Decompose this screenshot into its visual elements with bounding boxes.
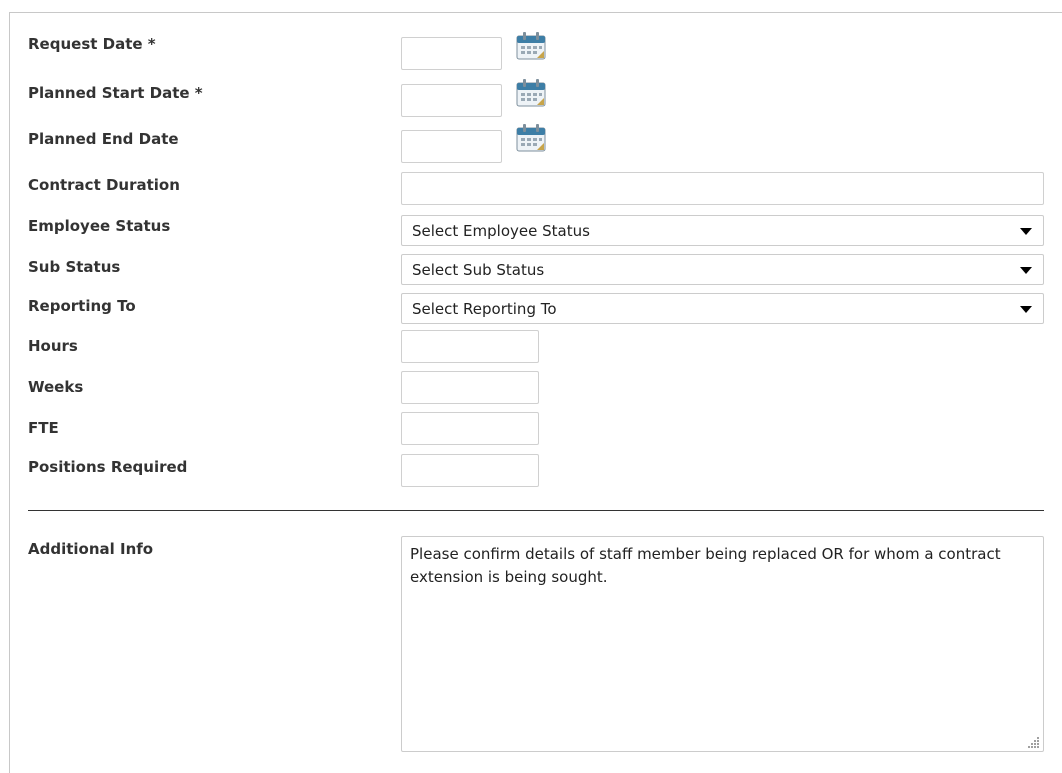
caret-down-icon <box>1020 306 1032 313</box>
fte-label: FTE <box>28 419 59 437</box>
additional-info-label: Additional Info <box>28 540 154 558</box>
weeks-input[interactable] <box>401 371 539 404</box>
weeks-label: Weeks <box>28 378 84 396</box>
request-date-label: Request Date * <box>28 35 156 53</box>
hours-input[interactable] <box>401 330 539 363</box>
planned-start-date-label: Planned Start Date * <box>28 84 203 102</box>
fte-input[interactable] <box>401 412 539 445</box>
caret-down-icon <box>1020 228 1032 235</box>
resize-grip-icon[interactable] <box>1028 736 1040 748</box>
employee-status-selected: Select Employee Status <box>412 222 590 240</box>
sub-status-label: Sub Status <box>28 258 121 276</box>
hours-label: Hours <box>28 337 78 355</box>
contract-duration-label: Contract Duration <box>28 176 180 194</box>
section-divider <box>28 510 1044 511</box>
sub-status-select[interactable]: Select Sub Status <box>401 254 1044 285</box>
positions-required-input[interactable] <box>401 454 539 487</box>
reporting-to-select[interactable]: Select Reporting To <box>401 293 1044 324</box>
calendar-icon[interactable] <box>515 123 547 153</box>
contract-duration-input[interactable] <box>401 172 1044 205</box>
request-date-input[interactable] <box>401 37 502 70</box>
additional-info-text: Please confirm details of staff member b… <box>410 545 1001 586</box>
caret-down-icon <box>1020 267 1032 274</box>
sub-status-selected: Select Sub Status <box>412 261 545 279</box>
calendar-icon[interactable] <box>515 31 547 61</box>
additional-info-textarea[interactable]: Please confirm details of staff member b… <box>401 536 1044 752</box>
reporting-to-label: Reporting To <box>28 297 136 315</box>
calendar-icon[interactable] <box>515 78 547 108</box>
employee-status-label: Employee Status <box>28 217 171 235</box>
positions-required-label: Positions Required <box>28 458 188 476</box>
planned-end-date-input[interactable] <box>401 130 502 163</box>
employee-status-select[interactable]: Select Employee Status <box>401 215 1044 246</box>
planned-start-date-input[interactable] <box>401 84 502 117</box>
planned-end-date-label: Planned End Date <box>28 130 179 148</box>
reporting-to-selected: Select Reporting To <box>412 300 557 318</box>
